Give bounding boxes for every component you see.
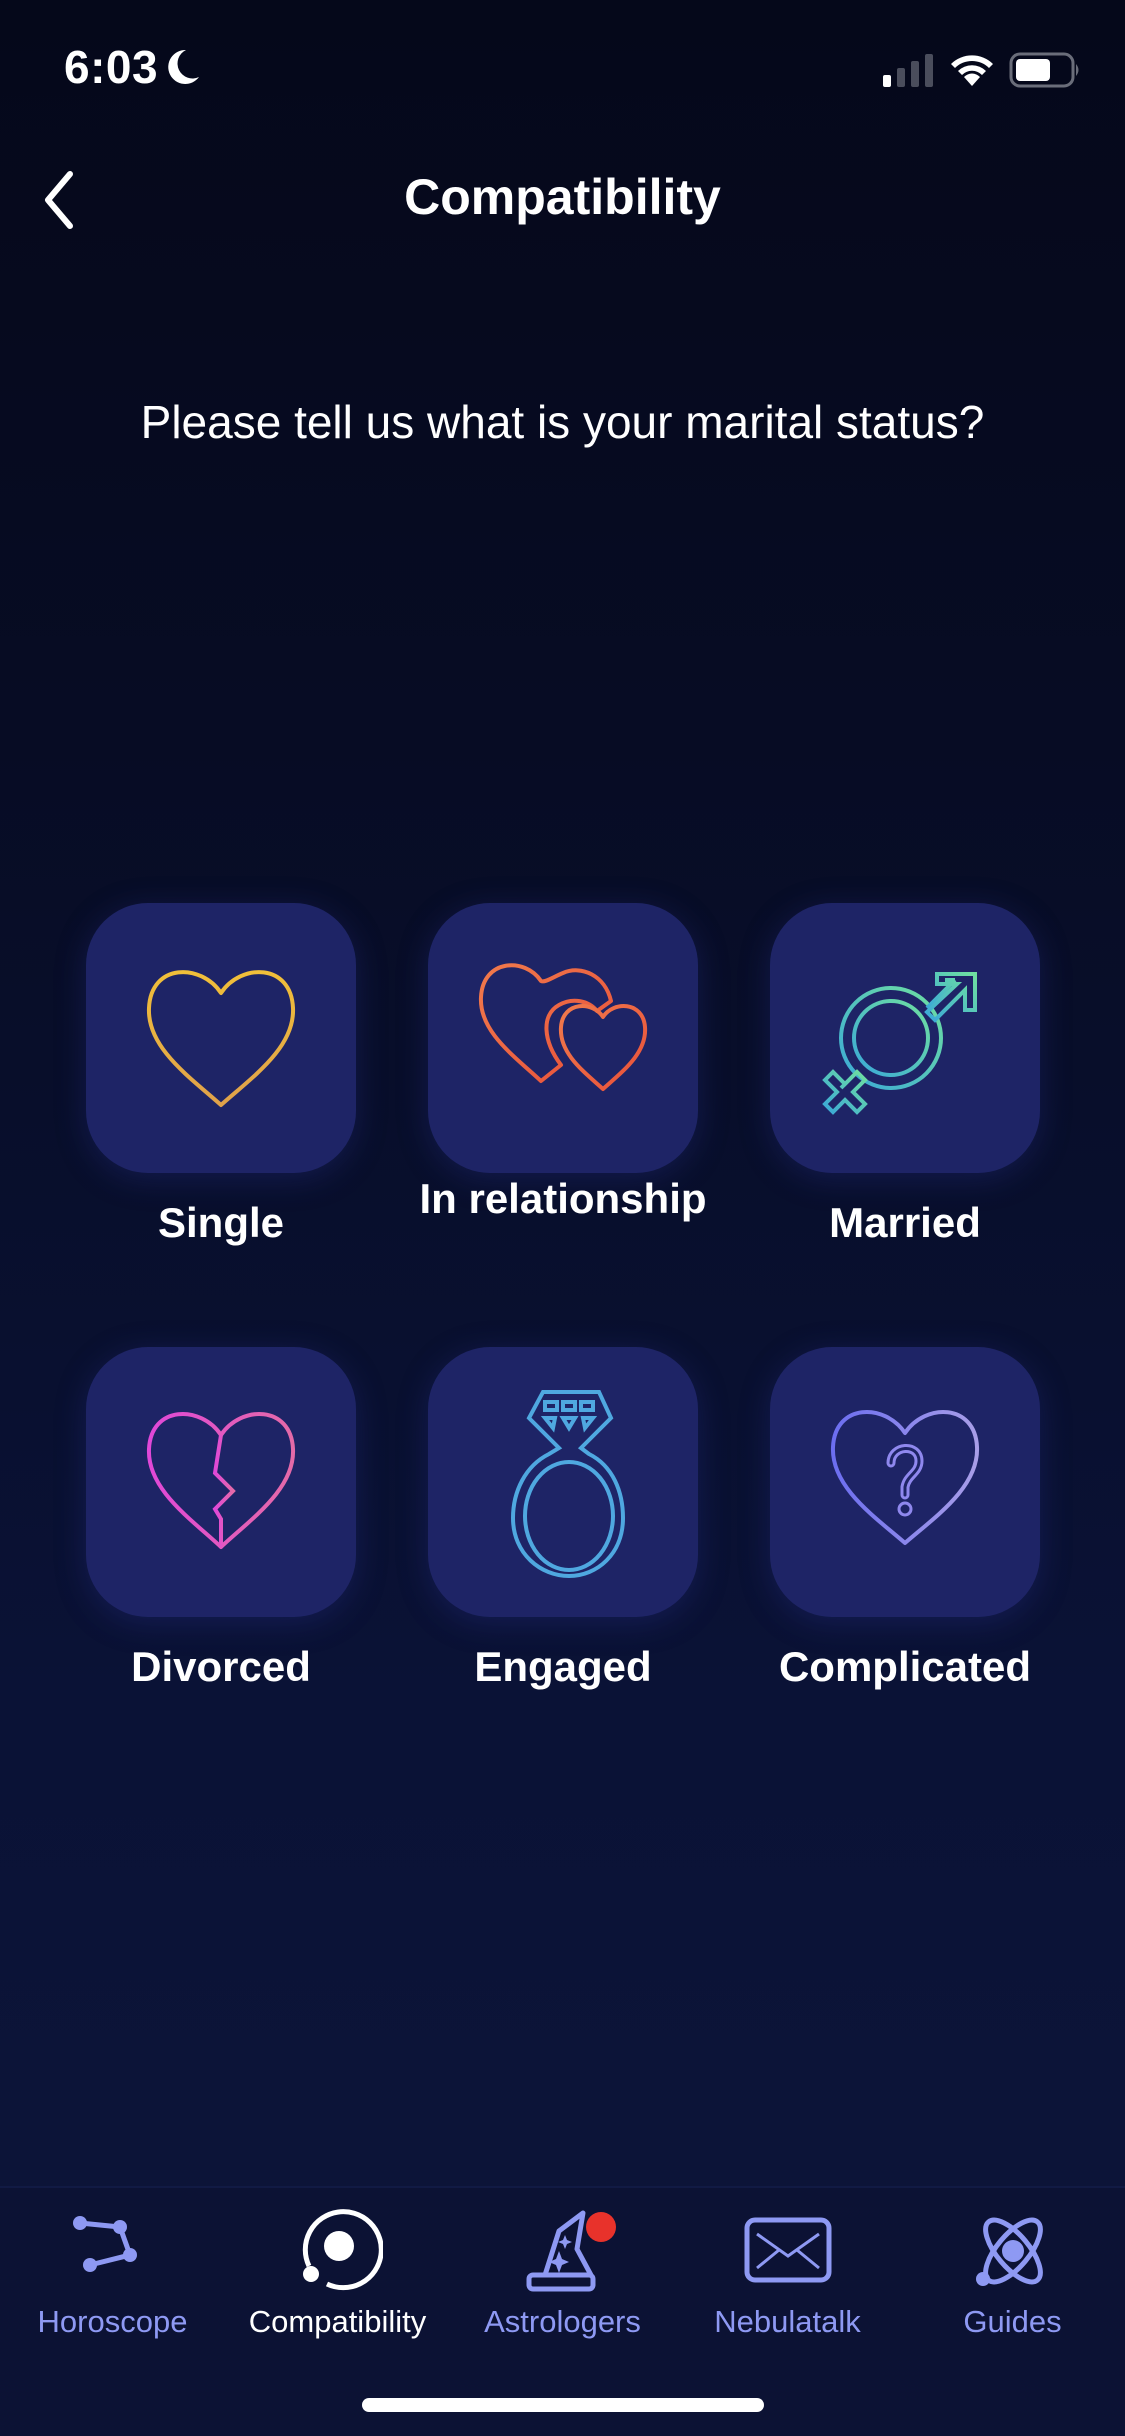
option-tile[interactable] bbox=[428, 903, 698, 1173]
option-label: In relationship bbox=[419, 1175, 707, 1222]
broken-heart-icon bbox=[146, 1412, 296, 1549]
option-label: Engaged bbox=[474, 1643, 652, 1690]
home-indicator[interactable] bbox=[362, 2398, 764, 2412]
two-hearts-icon bbox=[478, 963, 648, 1091]
option-tile[interactable] bbox=[86, 1347, 356, 1617]
option-label: Married bbox=[829, 1199, 981, 1246]
tab-label: Guides bbox=[963, 2304, 1062, 2339]
tab-astrologers[interactable]: Astrologers bbox=[450, 2188, 675, 2348]
tab-label: Nebulatalk bbox=[714, 2304, 861, 2339]
battery-icon bbox=[1009, 52, 1079, 88]
option-in-relationship[interactable]: In relationship bbox=[419, 903, 707, 1347]
status-time: 6:03 bbox=[64, 40, 202, 94]
tab-label: Astrologers bbox=[484, 2304, 641, 2339]
tab-nebulatalk[interactable]: Nebulatalk bbox=[675, 2188, 900, 2348]
atom-icon bbox=[975, 2217, 1043, 2286]
signal-icon bbox=[883, 54, 933, 87]
wifi-icon bbox=[951, 55, 993, 86]
notification-badge bbox=[585, 2212, 616, 2242]
status-icons bbox=[881, 52, 1083, 88]
marital-status-options: Single In relationship Married Divorced … bbox=[86, 903, 1040, 1791]
constellation-icon bbox=[72, 2216, 137, 2272]
ring-icon bbox=[510, 1390, 626, 1579]
orbit-icon bbox=[302, 2209, 383, 2291]
tab-horoscope[interactable]: Horoscope bbox=[0, 2188, 225, 2348]
heart-icon bbox=[146, 970, 296, 1107]
option-single[interactable]: Single bbox=[86, 903, 356, 1347]
time-text: 6:03 bbox=[64, 41, 159, 93]
option-tile[interactable] bbox=[770, 903, 1040, 1173]
option-engaged[interactable]: Engaged bbox=[428, 1347, 698, 1791]
tab-label: Compatibility bbox=[248, 2304, 427, 2339]
nav-bar: Compatibility bbox=[0, 150, 1125, 250]
heart-question-icon bbox=[830, 1410, 980, 1545]
option-tile[interactable] bbox=[86, 903, 356, 1173]
gender-symbols-icon bbox=[822, 972, 977, 1115]
tab-compatibility[interactable]: Compatibility bbox=[225, 2188, 450, 2348]
option-married[interactable]: Married bbox=[770, 903, 1040, 1347]
option-tile[interactable] bbox=[428, 1347, 698, 1617]
tab-label: Horoscope bbox=[37, 2304, 188, 2339]
page-title: Compatibility bbox=[404, 169, 721, 225]
option-divorced[interactable]: Divorced bbox=[86, 1347, 356, 1791]
envelope-icon bbox=[744, 2217, 831, 2283]
moon-icon bbox=[168, 49, 200, 84]
status-bar: 6:03 bbox=[0, 0, 1125, 140]
option-complicated[interactable]: Complicated bbox=[770, 1347, 1040, 1791]
option-label: Complicated bbox=[778, 1643, 1032, 1690]
question-text: Please tell us what is your marital stat… bbox=[140, 396, 985, 448]
option-label: Divorced bbox=[131, 1643, 311, 1690]
option-tile[interactable] bbox=[770, 1347, 1040, 1617]
option-label: Single bbox=[157, 1199, 285, 1246]
tab-guides[interactable]: Guides bbox=[900, 2188, 1125, 2348]
